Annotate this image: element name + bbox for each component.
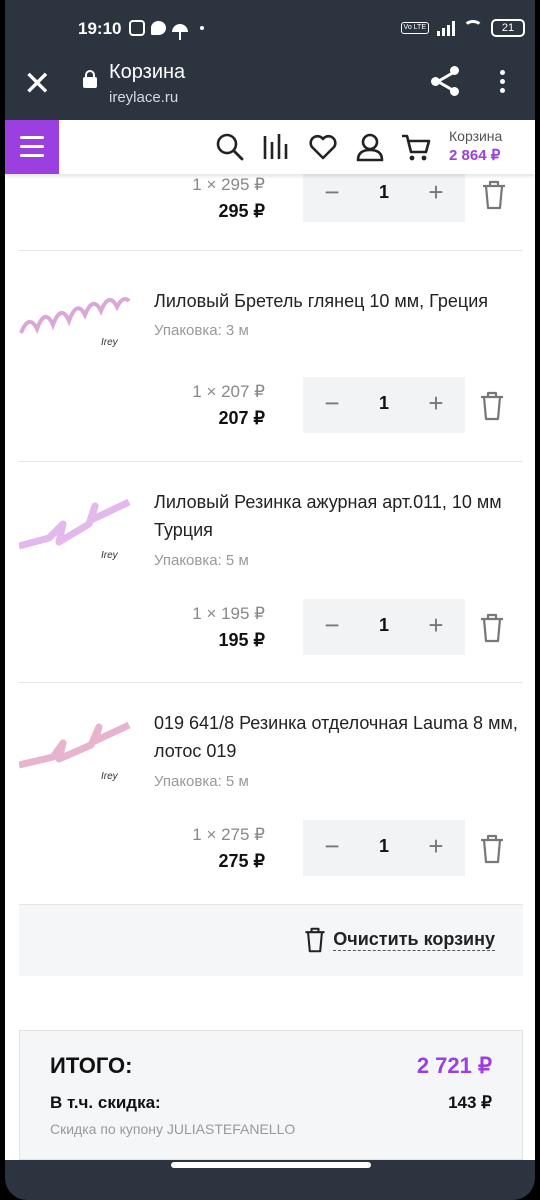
delete-item-icon[interactable] [479, 834, 505, 864]
account-icon[interactable] [355, 132, 385, 162]
quantity-value[interactable]: 1 [363, 836, 405, 857]
compare-icon[interactable] [261, 132, 291, 162]
close-icon[interactable]: ✕ [23, 66, 52, 102]
total-value: 2 721 ₽ [416, 1053, 492, 1078]
web-page: Корзина 2 864 ₽ 1 × 295 ₽ 295 ₽ − 1 + Ir… [5, 120, 535, 1160]
message-icon [151, 21, 166, 35]
more-menu-icon[interactable] [500, 70, 506, 97]
item-unit-price: 1 × 195 ₽ [192, 604, 265, 623]
product-name[interactable]: 019 641/8 Резинка отделочная Lauma 8 мм,… [154, 709, 519, 765]
item-unit-price: 1 × 275 ₽ [192, 825, 265, 844]
increase-quantity-button[interactable]: + [421, 389, 451, 419]
clear-cart-panel: Очистить корзину [19, 904, 523, 976]
quantity-value[interactable]: 1 [363, 615, 405, 636]
wifi-icon [463, 20, 483, 36]
decrease-quantity-button[interactable]: − [317, 832, 347, 862]
product-package: Упаковка: 5 м [154, 773, 249, 790]
total-label: ИТОГО: [50, 1053, 133, 1078]
item-sum: 295 ₽ [218, 201, 266, 221]
quantity-stepper: − 1 + [303, 599, 465, 655]
coupon-note: Скидка по купону JULIASTEFANELLO [50, 1121, 296, 1137]
product-image[interactable]: Irey [19, 494, 131, 564]
home-gesture-bar[interactable] [171, 1162, 371, 1168]
svg-text:Irey: Irey [101, 550, 119, 561]
battery-icon: 21 [491, 19, 525, 37]
item-unit-price: 1 × 207 ₽ [192, 382, 265, 401]
svg-text:Irey: Irey [101, 337, 119, 348]
signal-icon [437, 20, 455, 36]
item-unit-price: 1 × 295 ₽ [192, 175, 265, 194]
site-header: Корзина 2 864 ₽ [5, 120, 535, 174]
notification-icons [129, 20, 204, 40]
product-image[interactable]: Irey [19, 283, 131, 353]
decrease-quantity-button[interactable]: − [317, 389, 347, 419]
svg-text:Irey: Irey [101, 771, 119, 782]
trash-icon [305, 927, 325, 953]
clear-cart-button[interactable]: Очистить корзину [303, 927, 495, 953]
system-icons: Vo LTE 21 [400, 19, 525, 37]
quantity-value[interactable]: 1 [363, 182, 405, 203]
umbrella-icon [172, 24, 188, 40]
favorites-icon[interactable] [308, 132, 338, 162]
quantity-value[interactable]: 1 [363, 393, 405, 414]
quantity-stepper: − 1 + [303, 377, 465, 433]
item-sum: 275 ₽ [218, 851, 266, 871]
product-name[interactable]: Лиловый Бретель глянец 10 мм, Греция [154, 287, 519, 315]
decrease-quantity-button[interactable]: − [317, 178, 347, 208]
clear-cart-label[interactable]: Очистить корзину [333, 929, 495, 951]
lock-icon [83, 70, 97, 88]
browser-url[interactable]: ireylace.ru [109, 89, 178, 106]
decrease-quantity-button[interactable]: − [317, 611, 347, 641]
status-bar: 19:10 Vo LTE 21 [5, 0, 535, 58]
increase-quantity-button[interactable]: + [421, 832, 451, 862]
cart-label[interactable]: Корзина [449, 128, 502, 144]
status-time: 19:10 [78, 19, 122, 38]
delete-item-icon[interactable] [481, 180, 507, 210]
phone-screen: 19:10 Vo LTE 21 ✕ Корзина ireylace.ru Ко… [5, 0, 535, 1200]
app-notification-icon [129, 20, 145, 36]
product-package: Упаковка: 5 м [154, 552, 249, 569]
cart-icon[interactable] [401, 132, 431, 162]
item-sum: 207 ₽ [218, 408, 266, 428]
delete-item-icon[interactable] [479, 391, 505, 421]
browser-page-title: Корзина [109, 61, 186, 83]
product-package: Упаковка: 3 м [154, 322, 249, 339]
quantity-stepper: − 1 + [303, 820, 465, 876]
cart-item: Irey Лиловый Резинка ажурная арт.011, 10… [19, 461, 523, 682]
product-image[interactable]: Irey [19, 715, 131, 785]
browser-toolbar: ✕ Корзина ireylace.ru [5, 58, 535, 120]
cart-item: Irey 019 641/8 Резинка отделочная Lauma … [19, 682, 523, 904]
search-icon[interactable] [215, 132, 245, 162]
cart-item: Irey Лиловый Бретель глянец 10 мм, Греци… [19, 250, 523, 460]
discount-value: 143 ₽ [448, 1093, 492, 1112]
menu-button[interactable] [5, 120, 59, 174]
order-summary: ИТОГО: 2 721 ₽ В т.ч. скидка: 143 ₽ Скид… [19, 1030, 523, 1160]
discount-label: В т.ч. скидка: [50, 1093, 161, 1112]
delete-item-icon[interactable] [479, 613, 505, 643]
quantity-stepper: − 1 + [303, 166, 465, 222]
product-name[interactable]: Лиловый Резинка ажурная арт.011, 10 мм Т… [154, 488, 519, 544]
cart-total[interactable]: 2 864 ₽ [449, 146, 500, 164]
more-notifications-icon [200, 26, 204, 30]
item-sum: 195 ₽ [218, 630, 266, 650]
share-icon[interactable] [431, 66, 461, 96]
increase-quantity-button[interactable]: + [421, 178, 451, 208]
increase-quantity-button[interactable]: + [421, 611, 451, 641]
volte-icon: Vo LTE [400, 22, 429, 34]
